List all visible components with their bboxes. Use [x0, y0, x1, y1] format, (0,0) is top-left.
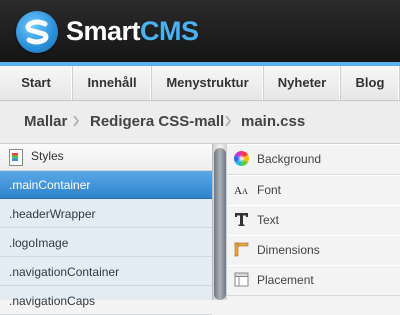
style-item[interactable]: .navigationContainer: [0, 258, 212, 286]
styles-scrollbar[interactable]: [212, 144, 228, 300]
dimensions-icon: [234, 242, 249, 257]
nav-item-start[interactable]: Start: [0, 66, 73, 100]
svg-text:A: A: [242, 187, 248, 196]
property-placement[interactable]: Placement: [227, 265, 400, 296]
property-label: Dimensions: [257, 243, 320, 257]
chevron-right-icon: [225, 115, 232, 127]
style-item-selected[interactable]: .mainContainer: [0, 171, 212, 199]
styles-panel: Styles .mainContainer .headerWrapper .lo…: [0, 144, 212, 315]
breadcrumb-item-redigera[interactable]: Redigera CSS-mall: [90, 113, 224, 130]
style-item[interactable]: .logoImage: [0, 229, 212, 257]
properties-panel: Background A A Font Text Dimensions Plac…: [227, 144, 400, 300]
brand-name-part2: CMS: [140, 16, 199, 46]
property-label: Font: [257, 183, 282, 197]
svg-text:A: A: [234, 185, 242, 197]
placement-icon: [234, 272, 249, 287]
property-text[interactable]: Text: [227, 205, 400, 236]
scrollbar-thumb[interactable]: [214, 148, 226, 300]
styles-panel-header: Styles: [0, 144, 212, 171]
property-label: Text: [257, 213, 280, 227]
property-label: Placement: [257, 273, 314, 287]
nav-item-blog[interactable]: Blog: [341, 66, 400, 100]
property-font[interactable]: A A Font: [227, 175, 400, 206]
nav-item-innehall[interactable]: Innehåll: [73, 66, 152, 100]
breadcrumb-item-mallar[interactable]: Mallar: [24, 113, 67, 130]
property-dimensions[interactable]: Dimensions: [227, 235, 400, 266]
font-size-icon: A A: [234, 185, 248, 197]
stylesheet-icon: [9, 149, 23, 166]
breadcrumb-item-current: main.css: [241, 113, 306, 130]
nav-item-nyheter[interactable]: Nyheter: [264, 66, 341, 100]
styles-panel-title: Styles: [31, 149, 64, 163]
brand-name-part1: Smart: [66, 16, 141, 46]
color-wheel-icon: [234, 151, 249, 166]
app-header: SmartCMS: [0, 0, 400, 62]
nav-item-menystruktur[interactable]: Menystruktur: [152, 66, 264, 100]
smartcms-logo-icon[interactable]: [16, 11, 58, 53]
style-item[interactable]: .headerWrapper: [0, 200, 212, 228]
text-icon: [235, 213, 248, 226]
property-background[interactable]: Background: [227, 144, 400, 175]
brand-name[interactable]: SmartCMS: [66, 16, 199, 46]
logo-s-glyph: [25, 19, 49, 45]
property-label: Background: [257, 152, 322, 166]
main-nav: Start Innehåll Menystruktur Nyheter Blog: [0, 66, 400, 101]
breadcrumb: Mallar Redigera CSS-mall main.css: [0, 101, 400, 144]
style-item[interactable]: .navigationCaps: [0, 287, 212, 315]
chevron-right-icon: [73, 115, 80, 127]
